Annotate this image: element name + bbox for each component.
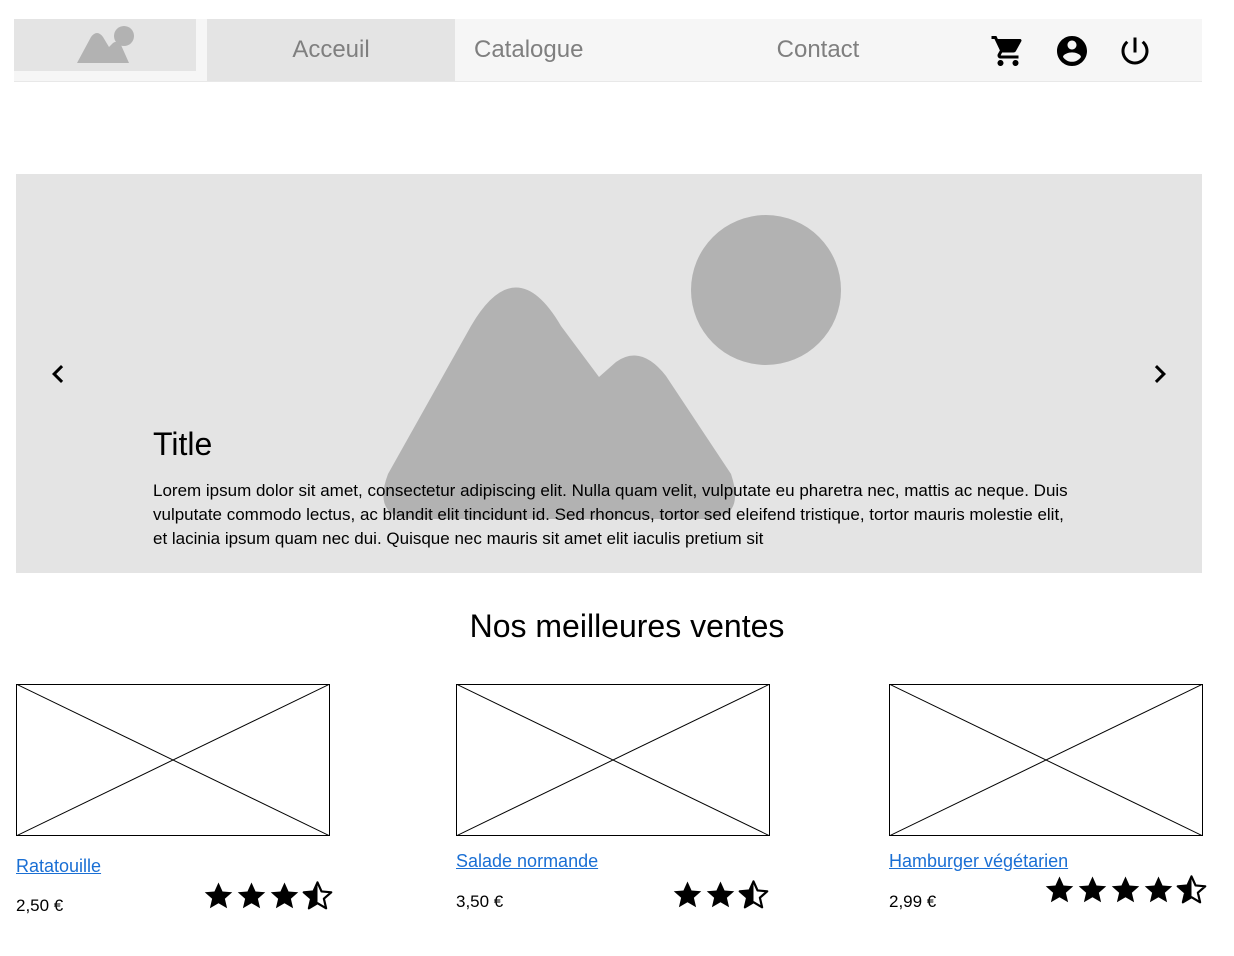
star-full-icon <box>1078 876 1107 903</box>
logo[interactable] <box>14 19 196 71</box>
star-full-icon <box>204 882 233 909</box>
product-name-link[interactable]: Ratatouille <box>16 856 101 877</box>
power-icon[interactable] <box>1117 33 1153 69</box>
product-image-placeholder[interactable] <box>889 684 1203 836</box>
hero-title: Title <box>153 426 213 462</box>
product-price: 3,50 € <box>456 892 504 911</box>
hero-description: Lorem ipsum dolor sit amet, consectetur … <box>153 481 1068 548</box>
nav-item-accueil[interactable]: Acceuil <box>207 19 455 81</box>
product-image-placeholder[interactable] <box>16 684 330 836</box>
section-title: Nos meilleures ventes <box>469 608 785 644</box>
star-full-icon <box>1111 876 1140 903</box>
chevron-right-icon[interactable] <box>1142 356 1178 392</box>
product-name-link[interactable]: Hamburger végétarien <box>889 851 1068 872</box>
nav-item-contact[interactable]: Contact <box>744 19 892 81</box>
product-name-link[interactable]: Salade normande <box>456 851 598 872</box>
star-half-icon <box>738 880 769 909</box>
chevron-left-icon[interactable] <box>40 356 76 392</box>
cart-icon[interactable] <box>990 33 1026 69</box>
star-rating <box>671 878 770 911</box>
product-image-placeholder[interactable] <box>456 684 770 836</box>
star-half-icon <box>1176 875 1207 904</box>
top-navbar: Acceuil Catalogue Contact <box>14 19 1202 82</box>
star-rating <box>202 879 334 912</box>
nav-item-catalogue[interactable]: Catalogue <box>455 19 603 81</box>
image-placeholder-icon <box>77 26 134 63</box>
hero-carousel: Title Lorem ipsum dolor sit amet, consec… <box>16 174 1202 573</box>
star-full-icon <box>673 881 702 908</box>
star-half-icon <box>302 881 333 910</box>
star-full-icon <box>1045 876 1074 903</box>
star-full-icon <box>706 881 735 908</box>
star-full-icon <box>270 882 299 909</box>
account-icon[interactable] <box>1054 33 1090 69</box>
star-full-icon <box>1144 876 1173 903</box>
product-price: 2,99 € <box>889 892 937 911</box>
product-price: 2,50 € <box>16 896 64 915</box>
star-rating <box>1043 873 1208 906</box>
star-full-icon <box>237 882 266 909</box>
